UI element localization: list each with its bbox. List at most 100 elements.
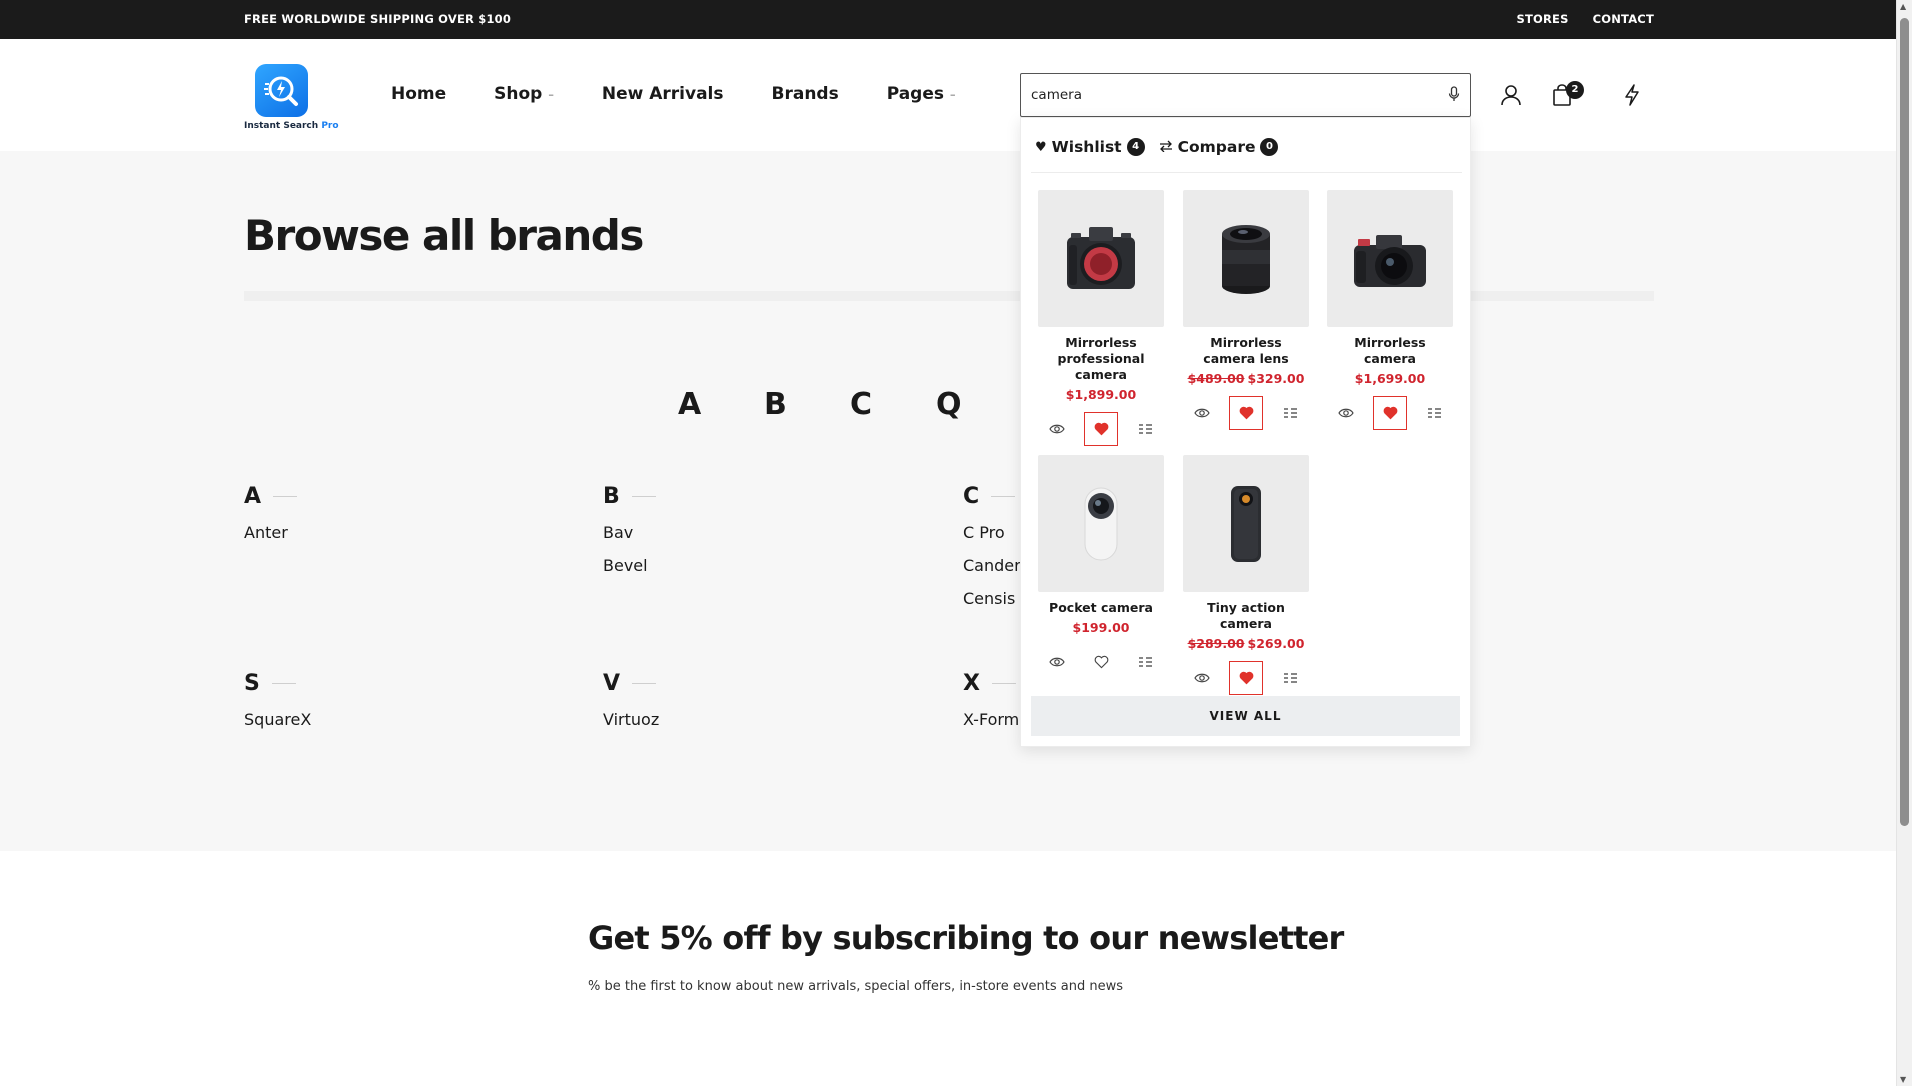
- compare-list-icon[interactable]: [1273, 661, 1307, 695]
- wishlist-heart-icon[interactable]: [1084, 412, 1118, 446]
- brand-link[interactable]: SquareX: [244, 710, 311, 729]
- site-logo[interactable]: Instant Search Pro: [244, 64, 339, 134]
- product-actions: [1327, 396, 1453, 430]
- product-price: $1,899.00: [1038, 387, 1164, 402]
- contact-link[interactable]: CONTACT: [1593, 12, 1654, 26]
- compare-list-icon[interactable]: [1417, 396, 1451, 430]
- quick-view-icon[interactable]: [1185, 396, 1219, 430]
- brands-section: Browse all brands A B C Q A Anter B Bav …: [0, 151, 1896, 851]
- quick-view-icon[interactable]: [1040, 412, 1074, 446]
- product-actions: [1038, 645, 1164, 679]
- letter-link[interactable]: B: [764, 387, 800, 422]
- letter-link[interactable]: Q: [936, 387, 972, 422]
- nav-pages[interactable]: Pages –: [887, 84, 956, 104]
- compare-count-badge: 0: [1260, 138, 1279, 156]
- logo-text: Instant Search Pro: [244, 121, 339, 131]
- product-actions: [1183, 396, 1309, 430]
- brand-group-heading: V: [603, 671, 659, 696]
- letter-filter: A B C Q: [678, 387, 972, 422]
- product-name[interactable]: Mirrorless camera lens: [1183, 335, 1309, 367]
- stores-link[interactable]: STORES: [1517, 12, 1569, 26]
- page-scrollbar[interactable]: ▲ ▼: [1896, 0, 1912, 1086]
- newsletter-subtitle: % be the first to know about new arrival…: [588, 979, 1124, 994]
- microphone-icon[interactable]: [1448, 86, 1460, 106]
- brand-link[interactable]: X-Form: [963, 710, 1019, 729]
- compare-list-icon[interactable]: [1128, 412, 1162, 446]
- letter-link[interactable]: C: [850, 387, 886, 422]
- view-all-button[interactable]: VIEW ALL: [1031, 696, 1460, 736]
- wishlist-heart-icon[interactable]: [1229, 396, 1263, 430]
- old-price: $289.00: [1187, 636, 1245, 651]
- search-input[interactable]: [1031, 85, 1431, 105]
- product-actions: [1183, 661, 1309, 695]
- heading-rule: [632, 683, 657, 684]
- heading-rule: [271, 683, 296, 684]
- shipping-notice: FREE WORLDWIDE SHIPPING OVER $100: [244, 12, 512, 26]
- product-card: Pocket camera $199.00: [1038, 455, 1164, 679]
- nav-home[interactable]: Home: [391, 84, 446, 104]
- product-name[interactable]: Tiny action camera: [1183, 600, 1309, 632]
- product-image[interactable]: [1327, 190, 1453, 327]
- chevron-down-icon: –: [950, 87, 956, 101]
- wishlist-label: Wishlist: [1051, 138, 1122, 156]
- compare-arrows-icon: [1159, 138, 1173, 156]
- brand-link[interactable]: Bevel: [603, 556, 656, 575]
- pocket-camera-icon: [1084, 487, 1118, 560]
- group-letter: V: [603, 671, 621, 696]
- product-name[interactable]: Mirrorless professional camera: [1038, 335, 1164, 383]
- nav-brands-label: Brands: [771, 84, 839, 104]
- brand-link[interactable]: Anter: [244, 523, 297, 542]
- compare-label: Compare: [1177, 138, 1256, 156]
- cart-icon[interactable]: 2: [1552, 81, 1584, 110]
- product-image[interactable]: [1183, 190, 1309, 327]
- product-actions: [1038, 412, 1164, 446]
- compare-list-icon[interactable]: [1273, 396, 1307, 430]
- product-image[interactable]: [1038, 455, 1164, 592]
- quick-view-icon[interactable]: [1329, 396, 1363, 430]
- group-letter: C: [963, 484, 980, 509]
- product-image[interactable]: [1183, 455, 1309, 592]
- lightning-icon[interactable]: [1624, 84, 1640, 110]
- wishlist-heart-icon[interactable]: [1373, 396, 1407, 430]
- heading-rule: [991, 683, 1016, 684]
- current-price: $1,899.00: [1065, 387, 1137, 402]
- quick-view-icon[interactable]: [1185, 661, 1219, 695]
- scroll-up-icon[interactable]: ▲: [1900, 2, 1906, 11]
- brand-link[interactable]: Virtuoz: [603, 710, 659, 729]
- brand-group-heading: A: [244, 484, 298, 509]
- brand-group-v: V Virtuoz: [603, 671, 659, 729]
- nav-home-label: Home: [391, 84, 447, 104]
- wishlist-link[interactable]: ♥ Wishlist 4: [1035, 138, 1145, 156]
- site-header: Instant Search Pro Home Shop – New Arriva…: [0, 39, 1896, 151]
- letter-link[interactable]: A: [678, 387, 714, 422]
- logo-mark: [255, 64, 308, 117]
- current-price: $1,699.00: [1354, 371, 1426, 386]
- brand-group-heading: X: [963, 671, 1019, 696]
- brand-group-heading: B: [603, 484, 656, 509]
- nav-new-arrivals[interactable]: New Arrivals: [602, 84, 724, 104]
- scroll-down-icon[interactable]: ▼: [1900, 1075, 1906, 1084]
- newsletter-section: Get 5% off by subscribing to our newslet…: [0, 851, 1896, 1086]
- nav-shop-label: Shop: [494, 84, 543, 104]
- nav-shop[interactable]: Shop –: [494, 84, 554, 104]
- heading-rule: [631, 496, 656, 497]
- logo-suffix: Pro: [321, 121, 339, 131]
- product-name[interactable]: Mirrorless camera: [1327, 335, 1453, 367]
- heart-icon: ♥: [1035, 139, 1047, 155]
- wishlist-heart-icon[interactable]: [1084, 645, 1118, 679]
- quick-view-icon[interactable]: [1040, 645, 1074, 679]
- scrollbar-thumb[interactable]: [1900, 18, 1909, 826]
- account-icon[interactable]: [1500, 84, 1522, 110]
- product-price: $489.00 $329.00: [1183, 371, 1309, 386]
- brand-link[interactable]: Bav: [603, 523, 656, 542]
- camera-icon: [1354, 234, 1426, 287]
- group-letter: S: [244, 671, 260, 696]
- product-image[interactable]: [1038, 190, 1164, 327]
- compare-list-icon[interactable]: [1128, 645, 1162, 679]
- compare-link[interactable]: Compare 0: [1159, 138, 1279, 156]
- product-name[interactable]: Pocket camera: [1038, 600, 1164, 616]
- wishlist-heart-icon[interactable]: [1229, 661, 1263, 695]
- brand-group-x: X X-Form: [963, 671, 1019, 729]
- chevron-down-icon: –: [548, 87, 554, 101]
- nav-brands[interactable]: Brands: [772, 84, 839, 104]
